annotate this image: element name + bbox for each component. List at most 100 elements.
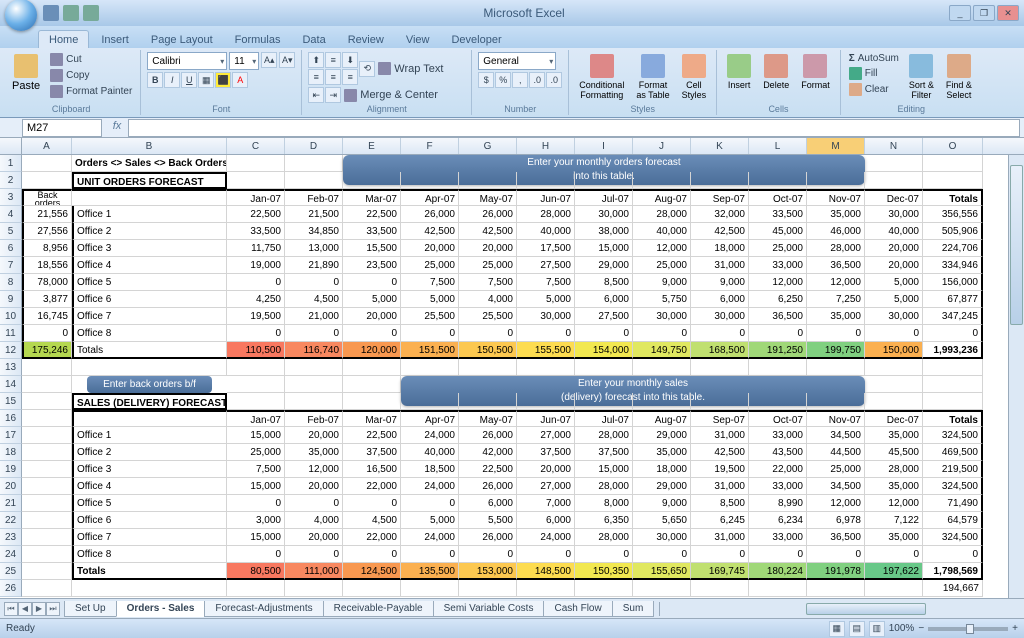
cell[interactable]: 4,250 bbox=[227, 291, 285, 308]
page-break-view-icon[interactable]: ▥ bbox=[869, 621, 885, 637]
cell[interactable]: 0 bbox=[923, 546, 983, 563]
cell[interactable]: Office 2 bbox=[72, 223, 227, 240]
cell[interactable]: 6,245 bbox=[691, 512, 749, 529]
cell[interactable] bbox=[691, 172, 749, 189]
cell[interactable]: UNIT ORDERS FORECAST bbox=[72, 172, 227, 189]
cell[interactable]: 24,000 bbox=[401, 427, 459, 444]
cell[interactable]: 42,500 bbox=[691, 223, 749, 240]
cell[interactable]: 15,000 bbox=[227, 478, 285, 495]
cell[interactable]: 27,000 bbox=[517, 478, 575, 495]
cell[interactable] bbox=[401, 172, 459, 189]
cell[interactable]: Feb-07 bbox=[285, 189, 343, 206]
cell[interactable]: Office 6 bbox=[72, 512, 227, 529]
cell[interactable] bbox=[285, 580, 343, 597]
cell[interactable]: 0 bbox=[633, 325, 691, 342]
row-header-7[interactable]: 7 bbox=[0, 257, 22, 274]
cell[interactable]: Office 4 bbox=[72, 478, 227, 495]
enter-back-orders-button[interactable]: Enter back orders b/f bbox=[87, 376, 212, 393]
font-color-button[interactable]: A bbox=[232, 72, 248, 88]
save-icon[interactable] bbox=[43, 5, 59, 21]
cell[interactable]: 21,000 bbox=[285, 308, 343, 325]
cell[interactable]: 16,745 bbox=[22, 308, 72, 325]
fx-icon[interactable]: fx bbox=[109, 120, 125, 136]
cell[interactable]: 149,750 bbox=[633, 342, 691, 359]
cell[interactable]: 16,500 bbox=[343, 461, 401, 478]
cell[interactable] bbox=[285, 393, 343, 410]
cell[interactable]: 12,000 bbox=[807, 274, 865, 291]
cell[interactable]: Office 1 bbox=[72, 206, 227, 223]
sheet-tab-semi-variable-costs[interactable]: Semi Variable Costs bbox=[433, 601, 545, 617]
cell[interactable]: 21,556 bbox=[22, 206, 72, 223]
cell[interactable]: 197,622 bbox=[865, 563, 923, 580]
cell[interactable]: 20,000 bbox=[285, 529, 343, 546]
cell[interactable]: 28,000 bbox=[575, 529, 633, 546]
cell[interactable]: Office 8 bbox=[72, 325, 227, 342]
cell[interactable]: Office 2 bbox=[72, 444, 227, 461]
cell[interactable] bbox=[343, 376, 401, 393]
cell[interactable]: 0 bbox=[22, 325, 72, 342]
cell[interactable]: 120,000 bbox=[343, 342, 401, 359]
prev-sheet-icon[interactable]: ◀ bbox=[18, 602, 32, 616]
cell[interactable]: 28,000 bbox=[575, 478, 633, 495]
cell[interactable]: 0 bbox=[459, 546, 517, 563]
cell[interactable]: 36,500 bbox=[807, 257, 865, 274]
column-header-A[interactable]: A bbox=[22, 138, 72, 154]
cell[interactable]: 26,000 bbox=[459, 529, 517, 546]
cell[interactable]: 5,000 bbox=[343, 291, 401, 308]
cell[interactable]: 33,000 bbox=[749, 529, 807, 546]
cell[interactable] bbox=[807, 580, 865, 597]
row-header-14[interactable]: 14 bbox=[0, 376, 22, 393]
cell[interactable]: 0 bbox=[459, 325, 517, 342]
cell[interactable]: 191,978 bbox=[807, 563, 865, 580]
cell[interactable]: 26,000 bbox=[459, 478, 517, 495]
cell[interactable]: 15,500 bbox=[343, 240, 401, 257]
cell[interactable]: Office 7 bbox=[72, 308, 227, 325]
cell[interactable]: 35,000 bbox=[807, 308, 865, 325]
cell[interactable] bbox=[633, 359, 691, 376]
normal-view-icon[interactable]: ▦ bbox=[829, 621, 845, 637]
column-header-J[interactable]: J bbox=[633, 138, 691, 154]
cell[interactable] bbox=[633, 172, 691, 189]
cell[interactable]: 30,000 bbox=[865, 308, 923, 325]
cell[interactable]: Dec-07 bbox=[865, 189, 923, 206]
cell[interactable]: Sep-07 bbox=[691, 410, 749, 427]
cell[interactable]: Office 6 bbox=[72, 291, 227, 308]
number-format-combo[interactable]: General bbox=[478, 52, 556, 70]
cell[interactable]: 0 bbox=[691, 546, 749, 563]
ribbon-tab-home[interactable]: Home bbox=[38, 30, 89, 48]
cell[interactable]: Totals bbox=[72, 342, 227, 359]
row-header-18[interactable]: 18 bbox=[0, 444, 22, 461]
cell[interactable]: Jun-07 bbox=[517, 410, 575, 427]
cell[interactable]: 23,500 bbox=[343, 257, 401, 274]
underline-button[interactable]: U bbox=[181, 72, 197, 88]
cell[interactable]: Apr-07 bbox=[401, 189, 459, 206]
cell[interactable]: 6,350 bbox=[575, 512, 633, 529]
select-all-corner[interactable] bbox=[0, 138, 22, 154]
cell[interactable] bbox=[517, 359, 575, 376]
cell[interactable] bbox=[285, 376, 343, 393]
cell[interactable]: 40,000 bbox=[633, 223, 691, 240]
cell[interactable]: 22,500 bbox=[459, 461, 517, 478]
cell[interactable] bbox=[459, 580, 517, 597]
cell[interactable]: 64,579 bbox=[923, 512, 983, 529]
maximize-button[interactable]: ❐ bbox=[973, 5, 995, 21]
cell[interactable]: May-07 bbox=[459, 189, 517, 206]
cell[interactable]: 8,956 bbox=[22, 240, 72, 257]
cell[interactable] bbox=[517, 580, 575, 597]
find-select-button[interactable]: Find & Select bbox=[942, 52, 976, 102]
cell[interactable]: Feb-07 bbox=[285, 410, 343, 427]
cell[interactable]: 31,000 bbox=[691, 257, 749, 274]
cell[interactable] bbox=[72, 189, 227, 206]
cell[interactable]: Jul-07 bbox=[575, 410, 633, 427]
cell[interactable]: 20,000 bbox=[865, 257, 923, 274]
cell[interactable]: 356,556 bbox=[923, 206, 983, 223]
cell[interactable]: 7,122 bbox=[865, 512, 923, 529]
cell[interactable] bbox=[22, 427, 72, 444]
cell[interactable]: SALES (DELIVERY) FORECAST bbox=[72, 393, 227, 410]
cell[interactable]: 155,500 bbox=[517, 342, 575, 359]
cell[interactable] bbox=[22, 580, 72, 597]
cell[interactable]: 25,000 bbox=[749, 240, 807, 257]
cell[interactable]: 44,500 bbox=[807, 444, 865, 461]
cell[interactable]: 324,500 bbox=[923, 478, 983, 495]
cell[interactable]: 6,000 bbox=[459, 495, 517, 512]
